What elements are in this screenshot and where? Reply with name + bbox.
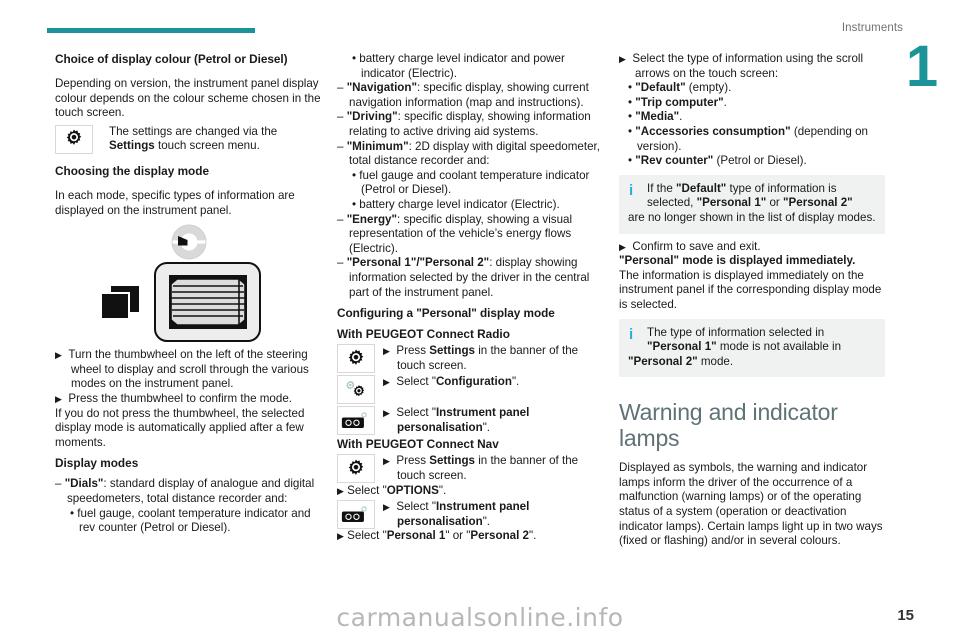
heading-display-modes: Display modes: [55, 456, 139, 471]
step-nav-instrument-panel-text: ▶ Select "Instrument panel personalisati…: [383, 500, 530, 528]
double-gear-icon: [337, 375, 375, 405]
step-row-radio-configuration: ▶ Select "Configuration".: [337, 375, 603, 405]
step-nav-settings-text: ▶ Press Settings in the banner of the to…: [383, 454, 579, 483]
para-in-each-mode: In each mode, specific types of informat…: [55, 188, 295, 217]
step-row-radio-settings: ▶ Press Settings in the banner of the to…: [337, 344, 603, 374]
triangle-right-arrow: ▶: [383, 346, 390, 357]
option-trip-computer: • "Trip computer".: [628, 95, 727, 109]
note-settings-text-pre: The settings are changed via the: [109, 124, 278, 138]
action-confirm-save-exit: ▶ Confirm to save and exit.: [619, 239, 761, 253]
action-select-information-type: ▶ Select the type of information using t…: [619, 52, 864, 80]
running-header-section: Instruments: [841, 22, 903, 34]
column-3: ▶ Select the type of information using t…: [619, 52, 885, 549]
info-note-personal-not-available: i The type of information selected in "P…: [619, 318, 885, 378]
steering-wheel-icon: [171, 224, 207, 260]
page-columns: Choice of display colour (Petrol or Dies…: [0, 52, 960, 612]
para-if-you-do-not-press: If you do not press the thumbwheel, the …: [55, 406, 305, 449]
note-row-settings: The settings are changed via the Setting…: [55, 124, 321, 154]
step-nav-select-personal: ▶ Select "Personal 1" or "Personal 2".: [337, 529, 537, 543]
info-note-2-lines: The type of information selected in "Per…: [647, 325, 842, 354]
instrument-panel-gear-icon: [337, 406, 375, 436]
info-note-default-selected: i If the "Default" type of information i…: [619, 174, 885, 234]
option-rev-counter: • "Rev counter" (Petrol or Diesel).: [628, 154, 807, 168]
instrument-panel-gear-icon: [337, 500, 375, 530]
list-item-minimum: – "Minimum": 2D display with digital spe…: [337, 139, 600, 168]
column-1: Choice of display colour (Petrol or Dies…: [55, 52, 321, 536]
section-heading-warning-indicator-lamps: Warning and indicator lamps: [619, 399, 838, 452]
heading-with-peugeot-connect-radio: With PEUGEOT Connect Radio: [337, 327, 510, 342]
list-item-personal: – "Personal 1"/"Personal 2": display sho…: [337, 256, 590, 299]
list-item-driving: – "Driving": specific display, showing i…: [337, 110, 591, 138]
step-row-nav-instrument-panel: ▶ Select "Instrument panel personalisati…: [337, 500, 603, 530]
triangle-right-arrow: ▶: [55, 393, 62, 404]
list-item-minimum-bullet-1: • fuel gauge and coolant temperature ind…: [352, 168, 590, 197]
option-media: • "Media".: [628, 110, 683, 124]
action-press-thumbwheel: ▶ Press the thumbwheel to confirm the mo…: [55, 391, 292, 405]
gear-icon: [337, 344, 375, 374]
list-item-minimum-bullet-2: • battery charge level indicator (Electr…: [352, 197, 560, 211]
info-i-icon: i: [629, 325, 634, 343]
list-item-navigation: – "Navigation": specific display, showin…: [337, 81, 589, 109]
step-row-nav-settings: ▶ Press Settings in the banner of the to…: [337, 454, 603, 484]
statement-personal-mode-immediate: "Personal" mode is displayed immediately…: [619, 254, 856, 268]
heading-with-peugeot-connect-nav: With PEUGEOT Connect Nav: [337, 437, 499, 452]
triangle-right-arrow: ▶: [337, 531, 344, 542]
para-displayed-as-symbols: Displayed as symbols, the warning and in…: [619, 461, 883, 548]
heading-choice-of-display-colour: Choice of display colour (Petrol or Dies…: [55, 52, 288, 66]
step-radio-configuration-text: ▶ Select "Configuration".: [383, 375, 520, 389]
info-note-2-tail: "Personal 2" mode.: [628, 354, 734, 368]
info-i-icon: i: [629, 181, 634, 199]
option-default: • "Default" (empty).: [628, 81, 732, 95]
step-nav-options: ▶ Select "OPTIONS".: [337, 483, 447, 497]
thumbwheel-illustration: [100, 262, 261, 343]
triangle-right-arrow: ▶: [55, 350, 62, 361]
info-note-1-lines: If the "Default" type of information is …: [647, 181, 853, 210]
list-item-dials-bullet: • fuel gauge, coolant temperature indica…: [70, 506, 311, 535]
step-radio-instrument-panel-text: ▶ Select "Instrument panel personalisati…: [383, 406, 530, 434]
step-radio-settings-text: ▶ Press Settings in the banner of the to…: [383, 344, 579, 372]
gear-icon: [55, 124, 93, 154]
top-accent-rule: [47, 28, 255, 33]
triangle-right-arrow: ▶: [383, 456, 390, 467]
note-settings-bold: Settings: [109, 139, 155, 153]
para-depending-on-version: Depending on version, the instrument pan…: [55, 77, 321, 120]
note-settings-text-post: touch screen menu.: [154, 139, 260, 153]
heading-configuring-personal-display-mode: Configuring a "Personal" display mode: [337, 306, 555, 321]
list-item-energy: – "Energy": specific display, showing a …: [337, 212, 573, 255]
triangle-right-arrow: ▶: [619, 54, 626, 64]
site-watermark: carmanualsonline.info: [336, 603, 624, 632]
heading-choosing-the-display-mode: Choosing the display mode: [55, 163, 210, 178]
gear-icon: [337, 454, 375, 484]
action-turn-thumbwheel: ▶ Turn the thumbwheel on the left of the…: [55, 348, 309, 391]
triangle-right-arrow: ▶: [383, 377, 390, 388]
info-note-1-tail: are no longer shown in the list of displ…: [628, 210, 876, 224]
triangle-right-arrow: ▶: [619, 241, 626, 252]
list-item-dials: – "Dials": standard display of analogue …: [55, 477, 315, 505]
illustration-thumbwheel-controls: [55, 218, 321, 348]
para-information-displayed-immediately: The information is displayed immediately…: [619, 268, 882, 311]
step-row-radio-instrument-panel: ▶ Select "Instrument panel personalisati…: [337, 406, 603, 436]
column-2: • battery charge level indicator and pow…: [337, 52, 603, 544]
triangle-right-arrow: ▶: [383, 502, 390, 513]
triangle-right-arrow: ▶: [383, 408, 390, 419]
triangle-right-arrow: ▶: [337, 485, 344, 496]
option-accessories-consumption: • "Accessories consumption" (depending o…: [628, 124, 868, 153]
list-item-battery-power: • battery charge level indicator and pow…: [352, 52, 565, 80]
